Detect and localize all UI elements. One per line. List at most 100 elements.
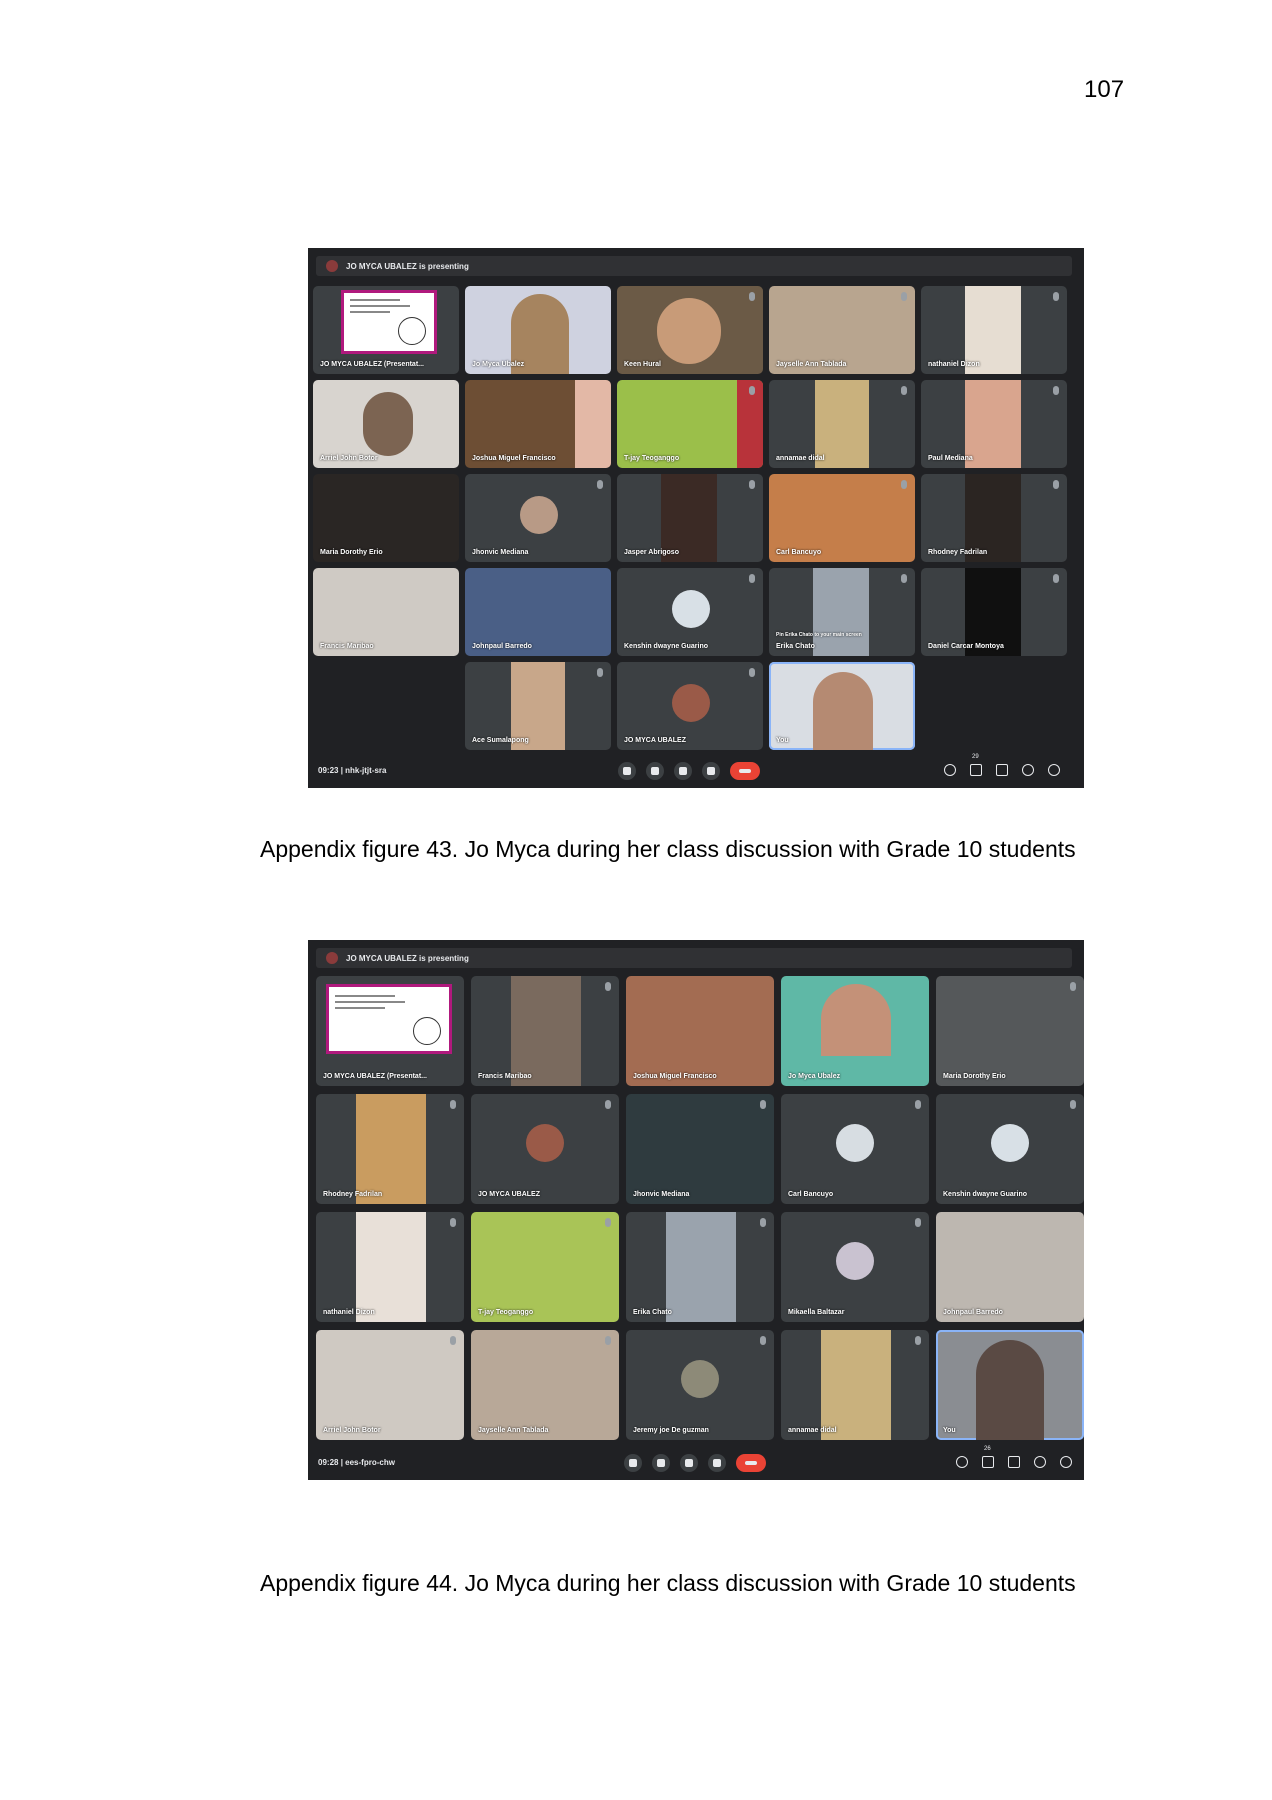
end-call-button[interactable] [736,1454,766,1472]
mic-off-icon [597,480,603,489]
mic-off-icon [605,1100,611,1109]
participant-name: JO MYCA UBALEZ [478,1191,540,1198]
participant-tile[interactable]: nathaniel Dizon [921,286,1067,374]
participant-tile[interactable]: Joshua Miguel Francisco [465,380,611,468]
participant-tile[interactable]: Jo Myca Ubalez [781,976,929,1086]
mic-off-icon [1070,982,1076,991]
self-tile[interactable]: You [936,1330,1084,1440]
mic-off-icon [605,1218,611,1227]
presenter-avatar-icon [326,260,338,272]
participant-tile[interactable]: Arriel John Botor [313,380,459,468]
participant-tile[interactable]: Arriel John Botor [316,1330,464,1440]
participant-tile[interactable]: Francis Maribao [471,976,619,1086]
participant-tile[interactable]: Maria Dorothy Erio [936,976,1084,1086]
participant-name: Johnpaul Barredo [472,643,532,650]
camera-icon[interactable] [646,762,664,780]
chat-icon[interactable] [1008,1456,1020,1468]
participant-name: Jeremy joe De guzman [633,1427,709,1434]
participant-tile[interactable]: Johnpaul Barredo [465,568,611,656]
participant-tile[interactable]: Jhonvic Mediana [465,474,611,562]
pin-hint: Pin Erika Chato to your main screen [776,632,862,638]
info-icon[interactable] [956,1456,968,1468]
participant-tile[interactable]: Jhonvic Mediana [626,1094,774,1204]
participant-tile[interactable]: Jayselle Ann Tablada [471,1330,619,1440]
people-icon[interactable] [982,1456,994,1468]
participant-tile[interactable]: Rhodney Fadrilan [921,474,1067,562]
mic-off-icon [901,292,907,301]
participant-name: Rhodney Fadrilan [928,549,988,556]
presentation-tile[interactable]: JO MYCA UBALEZ (Presentat... [313,286,459,374]
avatar [672,684,710,722]
chat-icon[interactable] [996,764,1008,776]
participant-tile[interactable]: Kenshin dwayne Guarino [936,1094,1084,1204]
avatar [836,1124,874,1162]
participant-tile[interactable]: Keen Hural [617,286,763,374]
present-screen-icon[interactable] [674,762,692,780]
people-icon[interactable] [970,764,982,776]
end-call-button[interactable] [730,762,760,780]
participant-tile[interactable]: Jayselle Ann Tablada [769,286,915,374]
participant-tile[interactable]: annamae didal [781,1330,929,1440]
participant-tile[interactable]: Maria Dorothy Erio [313,474,459,562]
presentation-tile[interactable]: JO MYCA UBALEZ (Presentat... [316,976,464,1086]
meeting-time-and-code: 09:23 | nhk-jtjt-sra [318,766,387,775]
participant-tile[interactable]: Jeremy joe De guzman [626,1330,774,1440]
participant-name: You [776,737,789,744]
participant-name: Erika Chato [633,1309,672,1316]
mic-icon[interactable] [624,1454,642,1472]
participant-tile[interactable]: Paul Mediana [921,380,1067,468]
self-tile[interactable]: You [769,662,915,750]
mic-off-icon [749,386,755,395]
host-controls-icon[interactable] [1048,764,1060,776]
meeting-time-and-code: 09:28 | ees-fpro-chw [318,1458,395,1467]
participant-name: Jasper Abrigoso [624,549,679,556]
participant-tile[interactable]: Rhodney Fadrilan [316,1094,464,1204]
participant-name: JO MYCA UBALEZ (Presentat... [323,1073,427,1080]
host-controls-icon[interactable] [1060,1456,1072,1468]
participant-name: Johnpaul Barredo [943,1309,1003,1316]
participant-tile[interactable]: annamae didal [769,380,915,468]
slide-thumbnail [341,290,437,354]
participant-tile[interactable]: T-jay Teoganggo [471,1212,619,1322]
participant-name: T-jay Teoganggo [478,1309,534,1316]
participant-tile[interactable]: Daniel Carcar Montoya [921,568,1067,656]
participant-tile[interactable]: Joshua Miguel Francisco [626,976,774,1086]
participant-name: Jhonvic Mediana [472,549,529,556]
more-options-icon[interactable] [708,1454,726,1472]
mic-off-icon [597,668,603,677]
participant-name: nathaniel Dizon [323,1309,375,1316]
figure-caption: Appendix figure 44. Jo Myca during her c… [260,1570,1076,1596]
activities-icon[interactable] [1022,764,1034,776]
participant-name: nathaniel Dizon [928,361,980,368]
participant-tile[interactable]: nathaniel Dizon [316,1212,464,1322]
participant-tile[interactable]: Johnpaul Barredo [936,1212,1084,1322]
participant-tile[interactable]: Jo Myca Ubalez [465,286,611,374]
participant-tile[interactable]: Mikaella Baltazar [781,1212,929,1322]
participant-tile[interactable]: Ace Sumalapong [465,662,611,750]
activities-icon[interactable] [1034,1456,1046,1468]
present-screen-icon[interactable] [680,1454,698,1472]
participant-tile[interactable]: Carl Bancuyo [781,1094,929,1204]
participant-tile[interactable]: JO MYCA UBALEZ [617,662,763,750]
meeting-toolbar: 09:23 | nhk-jtjt-sra 29 [308,754,1084,788]
presenting-bar: JO MYCA UBALEZ is presenting [316,948,1072,968]
camera-icon[interactable] [652,1454,670,1472]
info-icon[interactable] [944,764,956,776]
mic-off-icon [915,1100,921,1109]
mic-off-icon [901,386,907,395]
mic-icon[interactable] [618,762,636,780]
participant-tile[interactable]: JO MYCA UBALEZ [471,1094,619,1204]
avatar [520,496,558,534]
avatar [681,1360,719,1398]
participant-tile[interactable]: Kenshin dwayne Guarino [617,568,763,656]
mic-off-icon [450,1218,456,1227]
page-number: 107 [1084,76,1125,103]
participant-name: Mikaella Baltazar [788,1309,845,1316]
participant-tile[interactable]: Carl Bancuyo [769,474,915,562]
more-options-icon[interactable] [702,762,720,780]
participant-tile[interactable]: Pin Erika Chato to your main screen Erik… [769,568,915,656]
participant-tile[interactable]: Francis Maribao [313,568,459,656]
participant-tile[interactable]: T-jay Teoganggo [617,380,763,468]
participant-tile[interactable]: Jasper Abrigoso [617,474,763,562]
participant-tile[interactable]: Erika Chato [626,1212,774,1322]
